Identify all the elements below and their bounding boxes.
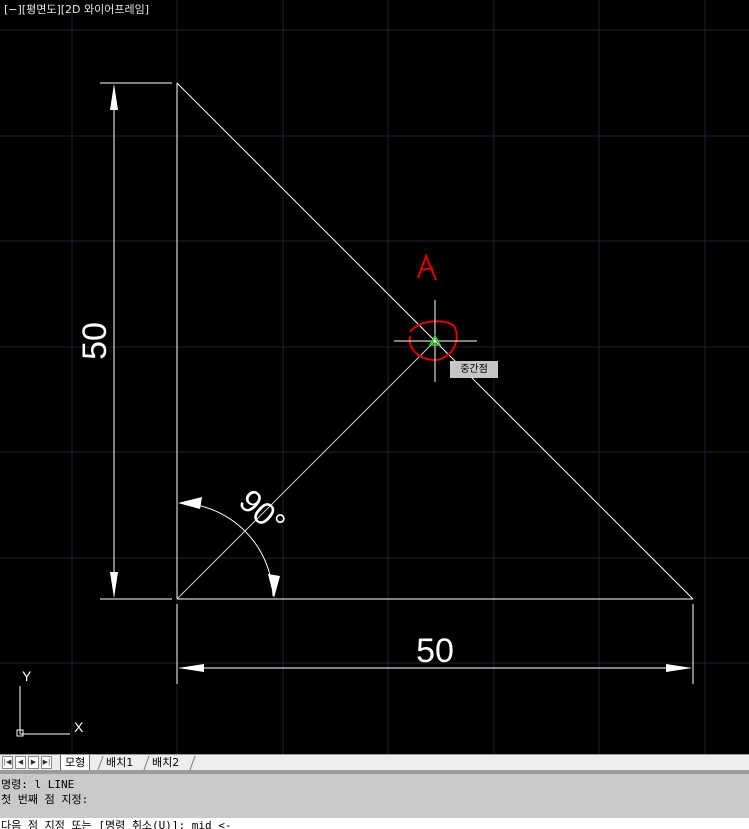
command-history-line: 명령: l LINE	[1, 778, 75, 791]
tab-layout2[interactable]: 배치2	[148, 755, 183, 770]
command-history-line: 첫 번째 점 지정:	[1, 793, 89, 806]
prev-tab-icon[interactable]: ◀	[15, 756, 26, 769]
last-tab-icon[interactable]: ▶|	[41, 756, 52, 769]
rubber-band-line	[176, 340, 436, 600]
ucs-y-label: Y	[22, 668, 32, 684]
horizontal-dimension-text: 50	[416, 632, 454, 670]
command-prompt-text: 다음 점 지정 또는 [명령 취소(U)]: mid <-	[1, 819, 232, 829]
command-history: 명령: l LINE 첫 번째 점 지정:	[0, 774, 749, 818]
tab-divider	[189, 756, 196, 770]
tab-model[interactable]: 모형	[60, 755, 91, 770]
ucs-x-label: X	[74, 719, 84, 735]
grid	[0, 0, 749, 754]
next-tab-icon[interactable]: ▶	[28, 756, 39, 769]
ucs-icon	[16, 686, 70, 737]
layout-tab-bar: |◀ ◀ ▶ ▶| 모형 배치1 배치2	[0, 754, 749, 771]
viewport-controls-label[interactable]: [−][평면도][2D 와이어프레임]	[4, 1, 149, 17]
snap-tooltip: 중간점	[450, 361, 498, 378]
vertical-dimension-text: 50	[76, 322, 114, 360]
drawing-canvas[interactable]: 50 50 90° A	[0, 0, 749, 754]
tab-layout1[interactable]: 배치1	[102, 755, 137, 770]
first-tab-icon[interactable]: |◀	[2, 756, 13, 769]
command-line-input[interactable]: 다음 점 지정 또는 [명령 취소(U)]: mid <-	[0, 818, 749, 829]
drawing-viewport[interactable]: 50 50 90° A	[0, 0, 749, 754]
